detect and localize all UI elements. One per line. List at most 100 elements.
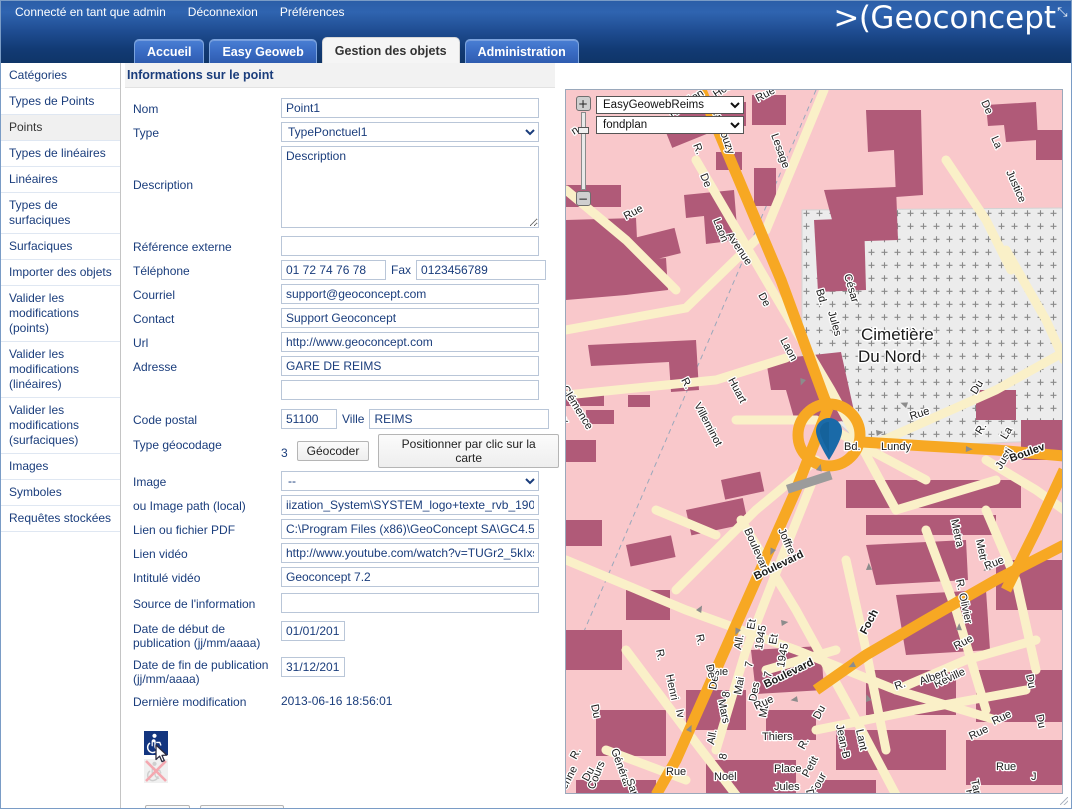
description-textarea[interactable]: Description	[281, 146, 539, 228]
type-geocodage-value: 3	[281, 445, 288, 460]
zoom-slider-track[interactable]	[577, 112, 589, 190]
form-row-image-path: ou Image path (local)	[133, 495, 559, 517]
svg-text:Lundy: Lundy	[881, 441, 911, 453]
layer-select[interactable]: fondplan	[596, 116, 744, 134]
form-row-lien-video: Lien vidéo	[133, 543, 559, 565]
svg-text:Rue: Rue	[666, 766, 686, 778]
label-image-path: ou Image path (local)	[133, 499, 246, 513]
image-select[interactable]: --	[281, 471, 539, 491]
form-row-adresse-2	[133, 380, 559, 402]
sidebar-item-types-de-surfaciques[interactable]: Types de surfaciques	[1, 193, 120, 234]
label-date-fin: Date de fin de publication (jj/mm/aaaa)	[133, 657, 269, 687]
reference-externe-input[interactable]	[281, 236, 539, 256]
map-panel: Av. R. De Laon R. Léon Hourlier n Landou…	[559, 63, 1071, 808]
sidebar-item-valider-surfaciques[interactable]: Valider les modifications (surfaciques)	[1, 398, 120, 454]
window-resize-grip[interactable]	[1060, 797, 1068, 805]
sidebar-item-types-de-lineaires[interactable]: Types de linéaires	[1, 141, 120, 167]
label-lien-video: Lien vidéo	[133, 547, 188, 561]
preferences-link[interactable]: Préférences	[280, 5, 345, 19]
label-derniere-modification: Dernière modification	[133, 694, 247, 709]
project-select[interactable]: EasyGeowebReims	[596, 96, 744, 114]
svg-text:J: J	[1031, 771, 1037, 783]
zoom-slider-thumb[interactable]	[577, 127, 589, 134]
label-pdf: Lien ou fichier PDF	[133, 523, 236, 537]
intitule-video-input[interactable]	[281, 567, 539, 587]
sidebar-item-lineaires[interactable]: Linéaires	[1, 167, 120, 193]
label-nom: Nom	[133, 102, 159, 116]
image-path-input[interactable]	[281, 495, 539, 515]
form-row-telephone: Téléphone Fax	[133, 260, 559, 282]
application-window: Connecté en tant que admin Déconnexion P…	[0, 0, 1072, 809]
map-graphic: Av. R. De Laon R. Léon Hourlier n Landou…	[566, 90, 1062, 794]
mouse-cursor-icon	[155, 744, 168, 763]
form-row-reference-externe: Référence externe	[133, 236, 559, 258]
form-row-image: Image --	[133, 471, 559, 493]
logged-in-status: Connecté en tant que admin	[15, 5, 166, 19]
sidebar-item-surfaciques[interactable]: Surfaciques	[1, 234, 120, 260]
label-source-information: Source de l'information	[133, 597, 256, 611]
url-input[interactable]	[281, 332, 539, 352]
form-actions: OK Supprimer	[133, 804, 559, 808]
main-tabs: Accueil Easy Geoweb Gestion des objets A…	[134, 37, 579, 63]
ville-input[interactable]	[369, 409, 550, 429]
svg-text:Place: Place	[774, 763, 802, 775]
logo-expand-icon: ⤡	[1057, 4, 1067, 19]
date-fin-input[interactable]	[281, 656, 345, 677]
tab-easy-geoweb[interactable]: Easy Geoweb	[209, 39, 317, 63]
sidebar-item-importer-des-objets[interactable]: Importer des objets	[1, 260, 120, 286]
tab-administration[interactable]: Administration	[464, 39, 579, 63]
positionner-carte-button[interactable]: Positionner par clic sur la carte	[378, 434, 559, 468]
adresse-input[interactable]	[281, 356, 539, 376]
supprimer-button[interactable]: Supprimer	[200, 804, 284, 808]
label-telephone: Téléphone	[133, 264, 190, 278]
map-zoom-control[interactable]: + −	[574, 96, 592, 206]
sidebar-navigation: Catégories Types de Points Points Types …	[1, 63, 121, 808]
telephone-input[interactable]	[281, 260, 386, 280]
sidebar-item-images[interactable]: Images	[1, 454, 120, 480]
svg-text:Rue: Rue	[908, 793, 924, 794]
tab-accueil[interactable]: Accueil	[134, 39, 205, 63]
sidebar-item-types-de-points[interactable]: Types de Points	[1, 89, 120, 115]
point-information-panel: Informations sur le point Nom Type TypeP…	[121, 63, 559, 808]
accessibility-icon-group	[133, 730, 559, 783]
label-adresse-2	[133, 380, 281, 384]
sidebar-item-symboles[interactable]: Symboles	[1, 480, 120, 506]
contact-input[interactable]	[281, 308, 539, 328]
geocoder-button[interactable]: Géocoder	[296, 441, 370, 461]
sidebar-item-requetes-stockees[interactable]: Requêtes stockées	[1, 506, 120, 532]
adresse-2-input[interactable]	[281, 380, 539, 400]
sidebar-item-valider-lineaires[interactable]: Valider les modifications (linéaires)	[1, 342, 120, 398]
form-row-date-fin: Date de fin de publication (jj/mm/aaaa)	[133, 656, 559, 687]
svg-text:Bd.: Bd.	[844, 441, 861, 453]
zoom-out-button[interactable]: −	[575, 191, 591, 206]
form-row-adresse: Adresse	[133, 356, 559, 378]
label-image: Image	[133, 475, 167, 489]
sidebar-item-valider-points[interactable]: Valider les modifications (points)	[1, 286, 120, 342]
date-debut-input[interactable]	[281, 621, 345, 641]
page-body: Catégories Types de Points Points Types …	[1, 63, 1071, 808]
type-select[interactable]: TypePonctuel1	[281, 122, 539, 142]
source-information-input[interactable]	[281, 593, 539, 613]
fax-input[interactable]	[416, 260, 547, 280]
svg-text:Du Nord: Du Nord	[858, 347, 921, 366]
zoom-in-button[interactable]: +	[575, 96, 591, 111]
map-canvas[interactable]: Av. R. De Laon R. Léon Hourlier n Landou…	[565, 89, 1063, 794]
sidebar-item-categories[interactable]: Catégories	[1, 63, 120, 89]
ok-button[interactable]: OK	[145, 804, 191, 808]
svg-text:Thiers: Thiers	[762, 731, 793, 743]
svg-text:Rue: Rue	[996, 761, 1016, 773]
logout-link[interactable]: Déconnexion	[188, 5, 258, 19]
code-postal-input[interactable]	[281, 409, 337, 429]
form-row-description: Description Description	[133, 146, 559, 228]
svg-text:Noël: Noël	[714, 771, 737, 783]
sidebar-item-points[interactable]: Points	[1, 115, 120, 141]
tab-gestion-des-objets[interactable]: Gestion des objets	[321, 37, 460, 63]
nom-input[interactable]	[281, 98, 539, 118]
form-row-intitule-video: Intitulé vidéo	[133, 567, 559, 589]
label-intitule-video: Intitulé vidéo	[133, 571, 201, 585]
courriel-input[interactable]	[281, 284, 539, 304]
pdf-input[interactable]	[281, 519, 539, 539]
map-layer-controls: EasyGeowebReims fondplan	[596, 96, 744, 134]
svg-text:Cimetière: Cimetière	[861, 325, 934, 344]
lien-video-input[interactable]	[281, 543, 539, 563]
